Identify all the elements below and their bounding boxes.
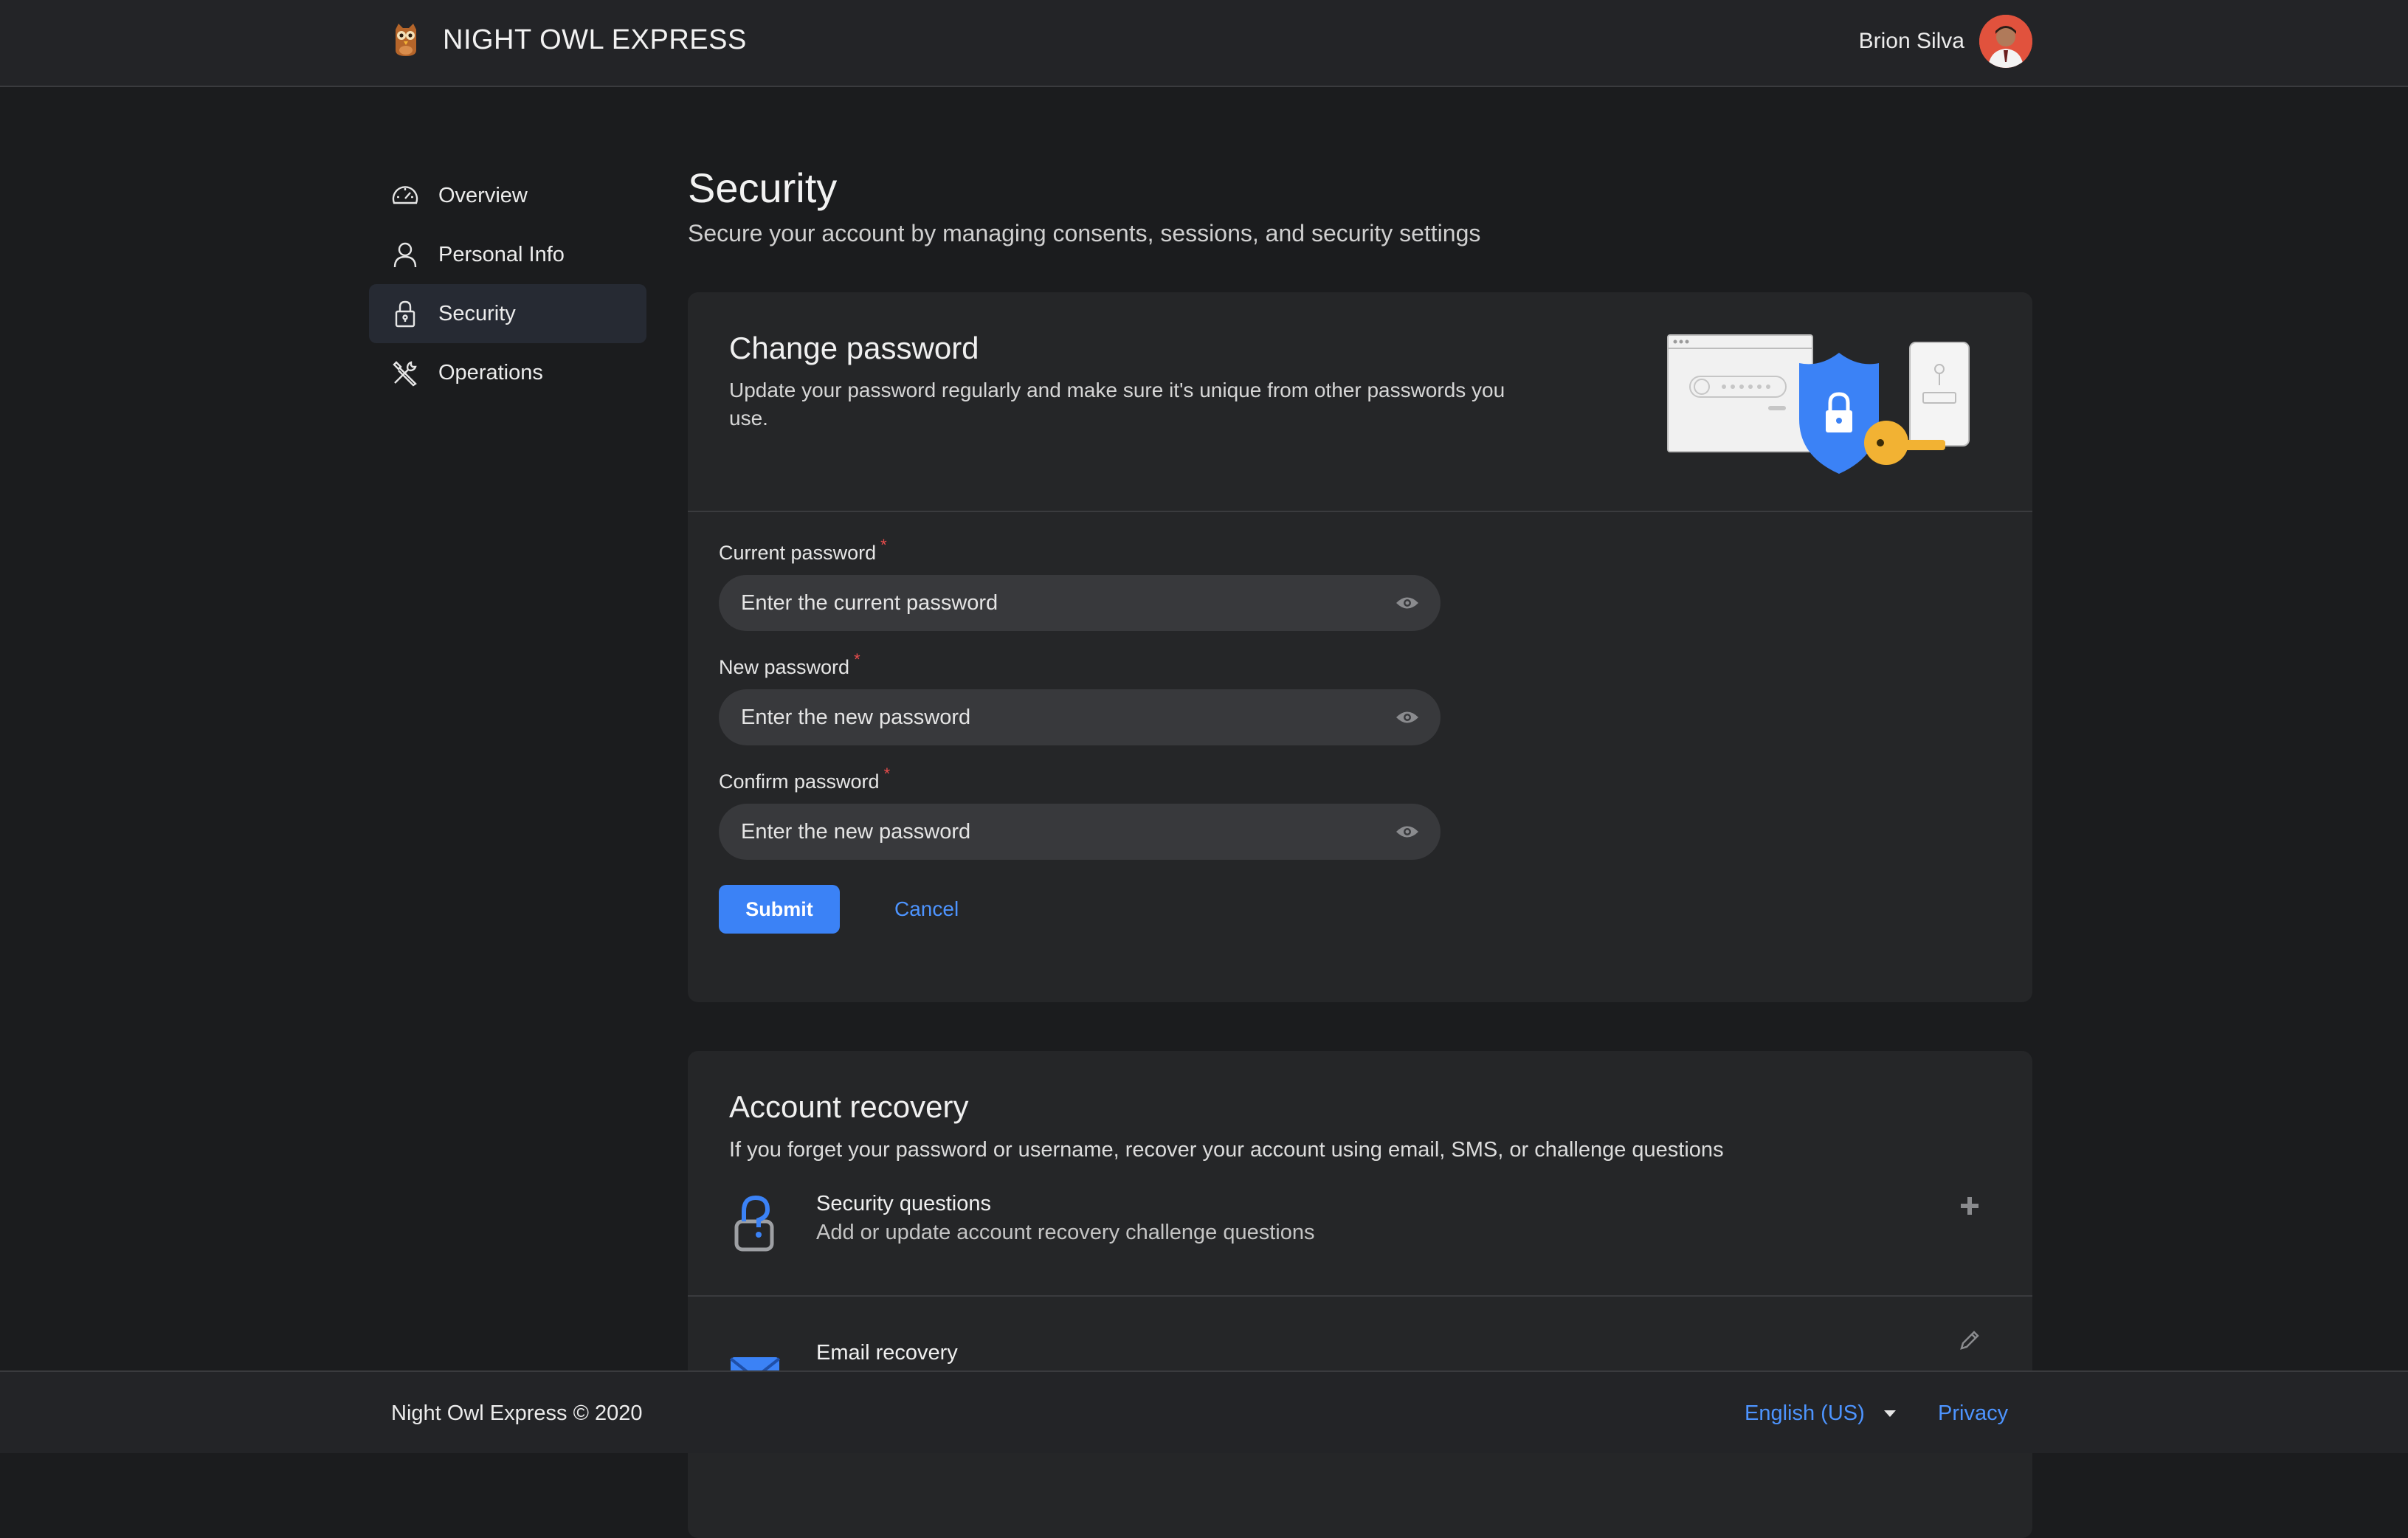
account-recovery-card: Account recovery If you forget your pass… bbox=[688, 1051, 2032, 1538]
recovery-item-title: Security questions bbox=[816, 1192, 991, 1215]
current-password-field bbox=[719, 575, 1441, 631]
recovery-item-subtitle: Add or update account recovery challenge… bbox=[816, 1221, 1315, 1244]
sidebar-nav: Overview Personal Info Security Operatio… bbox=[369, 166, 646, 402]
current-password-input[interactable] bbox=[741, 590, 1395, 615]
account-recovery-header: Account recovery If you forget your pass… bbox=[688, 1051, 2032, 1162]
page-subtitle: Secure your account by managing consents… bbox=[688, 220, 1481, 246]
sidebar-item-operations[interactable]: Operations bbox=[369, 343, 646, 402]
new-password-label: New password * bbox=[719, 650, 860, 678]
language-selector[interactable]: English (US) bbox=[1745, 1401, 1896, 1426]
avatar[interactable] bbox=[1979, 15, 2032, 68]
security-illustration-icon bbox=[1667, 334, 1970, 474]
form-actions: Submit Cancel bbox=[719, 885, 2003, 934]
language-label: English (US) bbox=[1745, 1401, 1865, 1425]
current-password-label: Current password * bbox=[719, 536, 887, 564]
gauge-icon bbox=[390, 180, 421, 211]
recovery-item-title: Email recovery bbox=[816, 1341, 958, 1365]
footer: Night Owl Express © 2020 English (US) Pr… bbox=[0, 1370, 2408, 1453]
caret-down-icon bbox=[1883, 1410, 1896, 1417]
brand[interactable]: NIGHT OWL EXPRESS bbox=[391, 21, 747, 59]
required-marker: * bbox=[854, 650, 860, 669]
recovery-item-security-questions: Security questions Add or update account… bbox=[688, 1162, 2032, 1297]
sidebar-item-personal-info[interactable]: Personal Info bbox=[369, 225, 646, 284]
required-marker: * bbox=[883, 765, 891, 783]
user-name: Brion Silva bbox=[1858, 29, 1964, 53]
plus-icon[interactable] bbox=[1959, 1195, 1981, 1217]
sidebar-item-label: Security bbox=[438, 301, 516, 325]
copyright: Night Owl Express © 2020 bbox=[391, 1401, 643, 1425]
top-header: NIGHT OWL EXPRESS Brion Silva bbox=[0, 0, 2408, 87]
new-password-field bbox=[719, 689, 1441, 745]
change-password-form: Current password * New password * Confir… bbox=[688, 512, 2032, 934]
change-password-description: Update your password regularly and make … bbox=[729, 379, 1505, 430]
confirm-password-input[interactable] bbox=[741, 819, 1395, 844]
sidebar-item-overview[interactable]: Overview bbox=[369, 166, 646, 225]
required-marker: * bbox=[880, 536, 887, 554]
submit-button[interactable]: Submit bbox=[719, 885, 840, 934]
account-recovery-description: If you forget your password or username,… bbox=[729, 1138, 1724, 1162]
page-title: Security bbox=[688, 165, 838, 211]
brand-name: NIGHT OWL EXPRESS bbox=[443, 24, 747, 55]
privacy-link[interactable]: Privacy bbox=[1938, 1401, 2008, 1426]
main-content: Security Secure your account by managing… bbox=[688, 162, 2032, 1538]
sidebar-item-label: Overview bbox=[438, 183, 528, 207]
question-lock-icon bbox=[734, 1195, 774, 1252]
recovery-item-text: Security questions Add or update account… bbox=[816, 1192, 1315, 1245]
confirm-password-field bbox=[719, 804, 1441, 860]
cancel-button[interactable]: Cancel bbox=[894, 897, 959, 921]
pencil-icon[interactable] bbox=[1959, 1329, 1981, 1351]
lock-icon bbox=[390, 298, 421, 329]
confirm-password-label: Confirm password * bbox=[719, 765, 891, 793]
sidebar-item-security[interactable]: Security bbox=[369, 284, 646, 343]
owl-logo-icon bbox=[396, 24, 416, 56]
account-recovery-title: Account recovery bbox=[729, 1089, 969, 1124]
eye-icon[interactable] bbox=[1395, 595, 1420, 611]
person-icon bbox=[390, 239, 421, 270]
eye-icon[interactable] bbox=[1395, 824, 1420, 840]
recovery-item-text: Email recovery bbox=[816, 1341, 958, 1365]
change-password-header: Change password Update your password reg… bbox=[688, 292, 2032, 512]
user-menu[interactable]: Brion Silva bbox=[1859, 13, 2032, 69]
new-password-input[interactable] bbox=[741, 705, 1395, 730]
change-password-card: Change password Update your password reg… bbox=[688, 292, 2032, 1002]
eye-icon[interactable] bbox=[1395, 709, 1420, 725]
tools-icon bbox=[390, 357, 421, 388]
sidebar-item-label: Personal Info bbox=[438, 242, 565, 266]
sidebar-item-label: Operations bbox=[438, 360, 543, 384]
